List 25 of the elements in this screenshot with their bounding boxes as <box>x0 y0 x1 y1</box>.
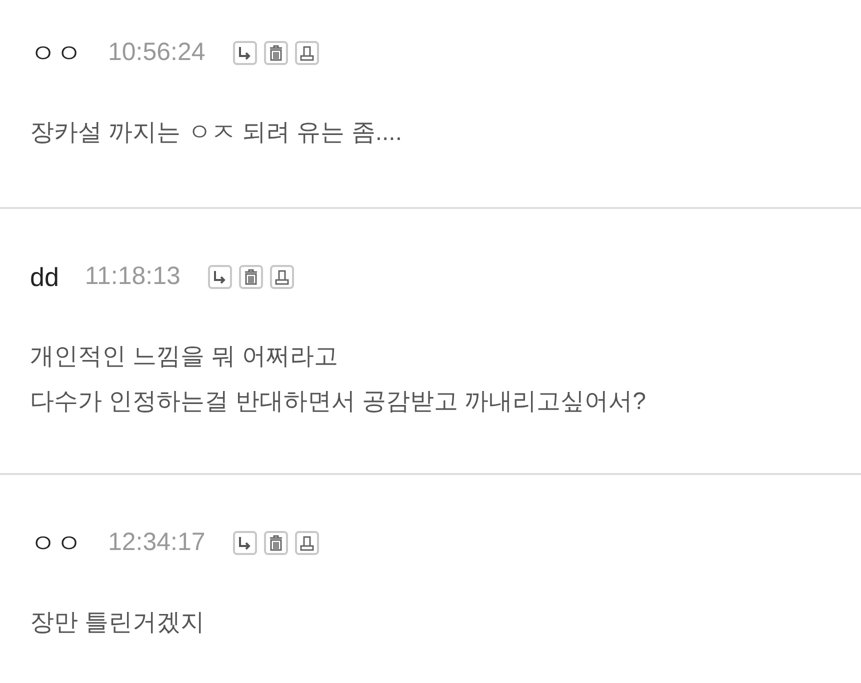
reply-button[interactable] <box>233 41 258 65</box>
reply-button[interactable] <box>208 265 232 289</box>
delete-button[interactable] <box>264 531 288 555</box>
comment-text: 장카설 까지는 ㅇㅈ 되려 유는 좀.... <box>30 118 404 148</box>
trash-icon <box>243 269 260 285</box>
report-button[interactable] <box>270 265 294 289</box>
report-button[interactable] <box>295 41 320 65</box>
stamp-icon <box>274 269 290 285</box>
comment-time: 12:34:17 <box>108 527 206 558</box>
author-name: ㅇㅇ <box>30 36 82 70</box>
trash-icon <box>268 535 284 551</box>
author-name: dd <box>30 260 59 294</box>
comment-time: 11:18:13 <box>84 261 180 292</box>
comment-text: 다수가 인정하는걸 반대하면서 공감받고 까내리고싶어서? <box>30 387 648 417</box>
comment-time: 10:56:24 <box>108 37 206 68</box>
stamp-icon <box>299 535 316 551</box>
comment-text: 장만 틀린거겠지 <box>30 608 206 638</box>
delete-button[interactable] <box>264 41 288 65</box>
report-button[interactable] <box>295 531 320 555</box>
trash-icon <box>268 45 284 61</box>
stamp-icon <box>299 45 316 61</box>
delete-button[interactable] <box>239 265 264 289</box>
comment-text: 개인적인 느낌을 뭐 어쩌라고 <box>30 342 340 372</box>
author-name: ㅇㅇ <box>30 526 82 560</box>
reply-button[interactable] <box>233 531 258 555</box>
